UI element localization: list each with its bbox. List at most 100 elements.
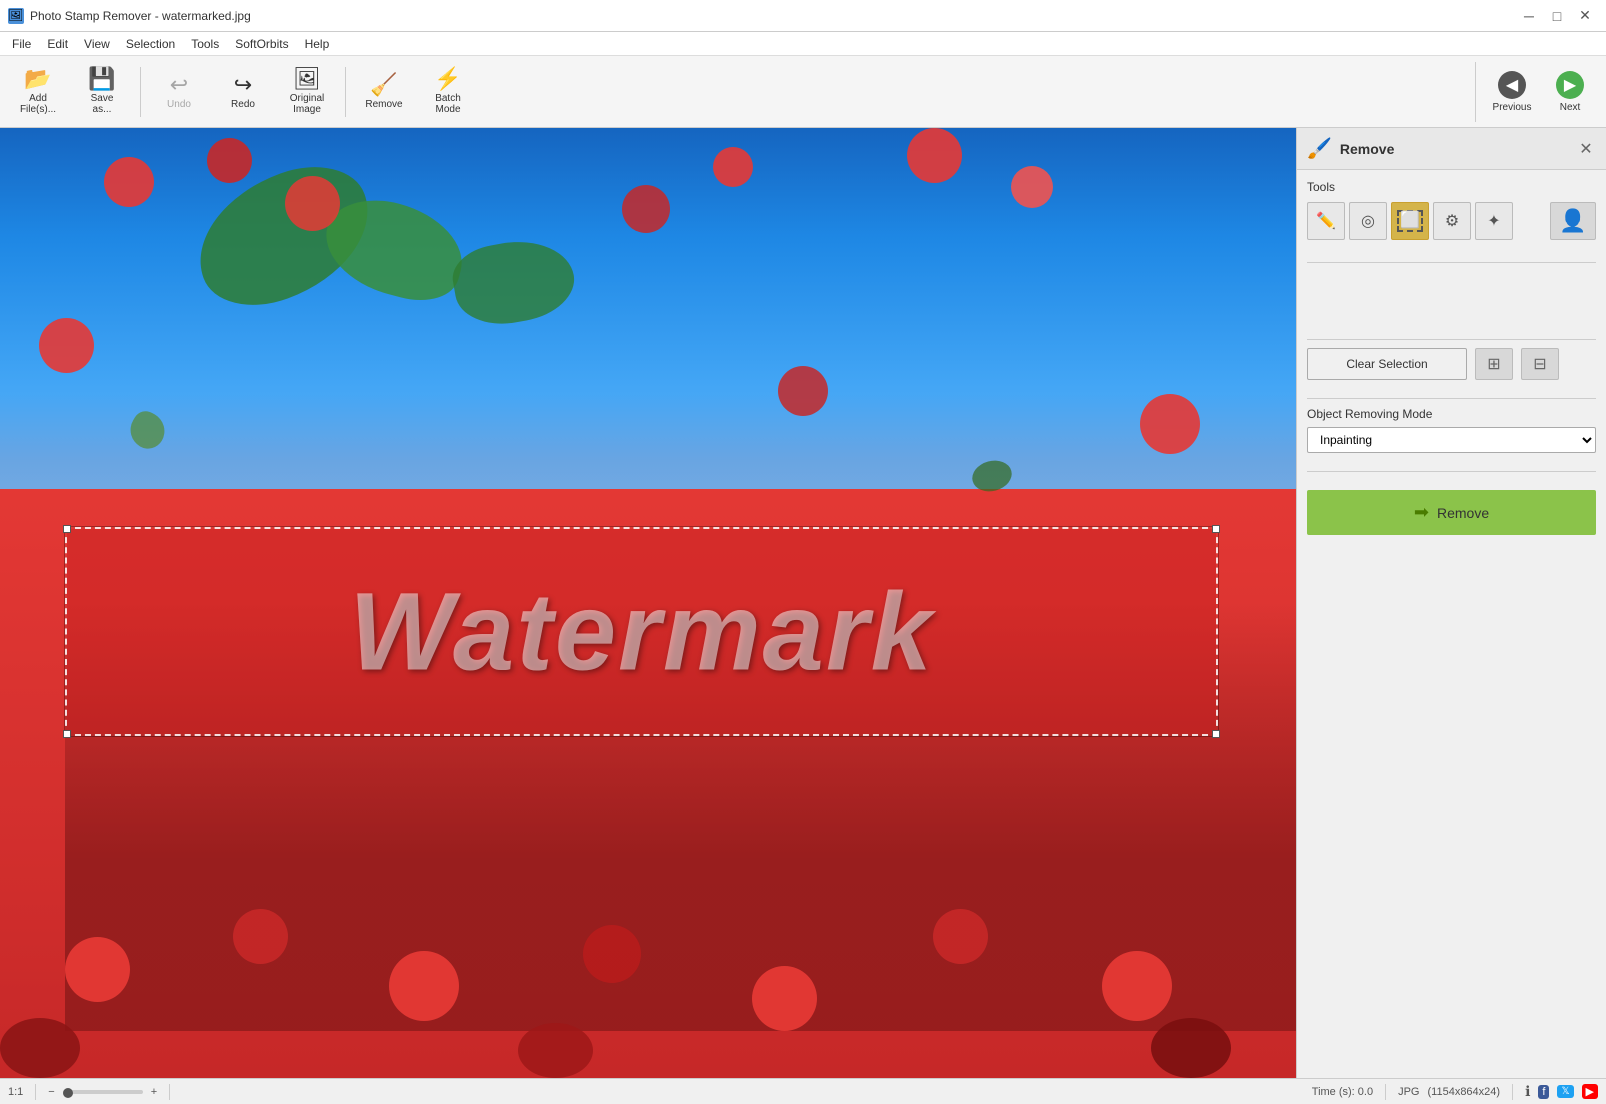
toolbox-separator-3 xyxy=(1307,398,1596,399)
status-separator-4 xyxy=(1512,1084,1513,1100)
remove-label: Remove xyxy=(365,99,402,110)
save-as-button[interactable]: 💾 Saveas... xyxy=(72,62,132,122)
maximize-button[interactable]: □ xyxy=(1544,5,1570,27)
original-label: OriginalImage xyxy=(290,93,324,115)
remove-button-toolbar[interactable]: 🧹 Remove xyxy=(354,62,414,122)
toolbar-separator-2 xyxy=(345,67,346,117)
redo-button[interactable]: ↪ Redo xyxy=(213,62,273,122)
format-label: JPG xyxy=(1398,1086,1419,1098)
toolbar: 📂 AddFile(s)... 💾 Saveas... ↩ Undo ↪ Red… xyxy=(0,56,1606,128)
brush-tool-button[interactable]: ◎ xyxy=(1349,202,1387,240)
rect-select-icon: ⬜ xyxy=(1397,210,1423,232)
tools-label: Tools xyxy=(1307,180,1596,194)
toolbox-separator-1 xyxy=(1307,262,1596,263)
invert-selection-button[interactable]: ⊟ xyxy=(1521,348,1559,380)
zoom-icon-plus[interactable]: + xyxy=(151,1086,157,1098)
toolbox-icon: 🖌️ xyxy=(1307,136,1332,161)
pencil-tool-button[interactable]: ✏️ xyxy=(1307,202,1345,240)
facebook-icon[interactable]: f xyxy=(1538,1085,1549,1099)
toolbox-title: 🖌️ Remove xyxy=(1307,136,1394,161)
clear-selection-button[interactable]: Clear Selection xyxy=(1307,348,1467,380)
original-image-button[interactable]: 🖼 OriginalImage xyxy=(277,62,337,122)
zoom-icon-minus[interactable]: − xyxy=(48,1086,54,1098)
remove-button-label: Remove xyxy=(1437,505,1489,521)
brush-icon: ◎ xyxy=(1361,211,1375,231)
size-label: (1154x864x24) xyxy=(1428,1086,1501,1098)
menu-bar: File Edit View Selection Tools SoftOrbit… xyxy=(0,32,1606,56)
lasso-icon: ⚙ xyxy=(1445,211,1459,231)
status-separator-3 xyxy=(1385,1084,1386,1100)
menu-edit[interactable]: Edit xyxy=(39,35,76,53)
undo-button[interactable]: ↩ Undo xyxy=(149,62,209,122)
title-bar: 🖼 Photo Stamp Remover - watermarked.jpg … xyxy=(0,0,1606,32)
image-wrapper: Watermark xyxy=(0,128,1296,1078)
nav-buttons: ◀ Previous ▶ Next xyxy=(1475,62,1598,122)
smart-tool-icon: 👤 xyxy=(1559,208,1586,234)
menu-file[interactable]: File xyxy=(4,35,39,53)
handle-top-left[interactable] xyxy=(63,525,71,533)
remove-icon: 🧹 xyxy=(370,74,397,96)
add-icon: 📂 xyxy=(24,68,51,90)
next-icon: ▶ xyxy=(1556,71,1584,99)
window-title: Photo Stamp Remover - watermarked.jpg xyxy=(30,9,1516,23)
handle-bottom-left[interactable] xyxy=(63,730,71,738)
toolbox-separator-2 xyxy=(1307,339,1596,340)
tools-section: Tools ✏️ ◎ ⬜ ⚙ ✦ xyxy=(1297,170,1606,254)
menu-help[interactable]: Help xyxy=(297,35,338,53)
youtube-icon[interactable]: ▶ xyxy=(1582,1084,1598,1099)
canvas-area[interactable]: Watermark xyxy=(0,128,1296,1078)
toolbox-close-button[interactable]: ✕ xyxy=(1576,139,1596,159)
original-icon: 🖼 xyxy=(293,68,321,90)
status-bar: 1:1 − + Time (s): 0.0 JPG (1154x864x24) … xyxy=(0,1078,1606,1104)
tools-row: ✏️ ◎ ⬜ ⚙ ✦ xyxy=(1307,202,1596,240)
watermark-text: Watermark xyxy=(349,568,934,695)
lasso-tool-button[interactable]: ⚙ xyxy=(1433,202,1471,240)
menu-softorbits[interactable]: SoftOrbits xyxy=(227,35,296,53)
toolbox-preview-area xyxy=(1297,271,1606,331)
zoom-thumb[interactable] xyxy=(63,1088,73,1098)
select-all-icon: ⊞ xyxy=(1487,354,1500,374)
status-separator-2 xyxy=(169,1084,170,1100)
redo-icon: ↪ xyxy=(234,74,252,96)
select-all-button[interactable]: ⊞ xyxy=(1475,348,1513,380)
smart-tool-button[interactable]: 👤 xyxy=(1550,202,1596,240)
remove-btn-icon: ➡ xyxy=(1414,502,1429,523)
batch-icon: ⚡ xyxy=(434,68,461,90)
menu-view[interactable]: View xyxy=(76,35,118,53)
handle-bottom-right[interactable] xyxy=(1212,730,1220,738)
twitter-icon[interactable]: 𝕏 xyxy=(1557,1085,1573,1098)
magic-wand-tool-button[interactable]: ✦ xyxy=(1475,202,1513,240)
remove-btn-container: ➡ Remove xyxy=(1297,480,1606,545)
add-files-button[interactable]: 📂 AddFile(s)... xyxy=(8,62,68,122)
main-area: Watermark 🖌️ Remove ✕ Tools xyxy=(0,128,1606,1078)
toolbox-panel: 🖌️ Remove ✕ Tools ✏️ ◎ ⬜ xyxy=(1296,128,1606,1078)
mode-section: Object Removing Mode Inpainting Content … xyxy=(1297,407,1606,463)
magic-wand-icon: ✦ xyxy=(1487,211,1500,231)
close-button[interactable]: ✕ xyxy=(1572,5,1598,27)
pencil-icon: ✏️ xyxy=(1316,211,1336,231)
selection-box[interactable]: Watermark xyxy=(65,527,1218,736)
handle-top-right[interactable] xyxy=(1212,525,1220,533)
undo-icon: ↩ xyxy=(170,74,188,96)
invert-selection-icon: ⊟ xyxy=(1533,354,1546,374)
mode-select[interactable]: Inpainting Content Aware Fill Smart Fill xyxy=(1307,427,1596,453)
menu-selection[interactable]: Selection xyxy=(118,35,183,53)
next-label: Next xyxy=(1560,102,1581,113)
info-icon[interactable]: ℹ xyxy=(1525,1083,1530,1100)
minimize-button[interactable]: ─ xyxy=(1516,5,1542,27)
toolbar-separator-1 xyxy=(140,67,141,117)
undo-label: Undo xyxy=(167,99,191,110)
batch-mode-button[interactable]: ⚡ BatchMode xyxy=(418,62,478,122)
add-label: AddFile(s)... xyxy=(20,93,56,115)
remove-button[interactable]: ➡ Remove xyxy=(1307,490,1596,535)
batch-label: BatchMode xyxy=(435,93,461,115)
save-label: Saveas... xyxy=(91,93,114,115)
zoom-level: 1:1 xyxy=(8,1086,23,1098)
menu-tools[interactable]: Tools xyxy=(183,35,227,53)
zoom-slider[interactable] xyxy=(63,1090,143,1094)
toolbox-separator-4 xyxy=(1307,471,1596,472)
previous-button[interactable]: ◀ Previous xyxy=(1484,62,1540,122)
next-button[interactable]: ▶ Next xyxy=(1542,62,1598,122)
redo-label: Redo xyxy=(231,99,255,110)
rect-select-tool-button[interactable]: ⬜ xyxy=(1391,202,1429,240)
